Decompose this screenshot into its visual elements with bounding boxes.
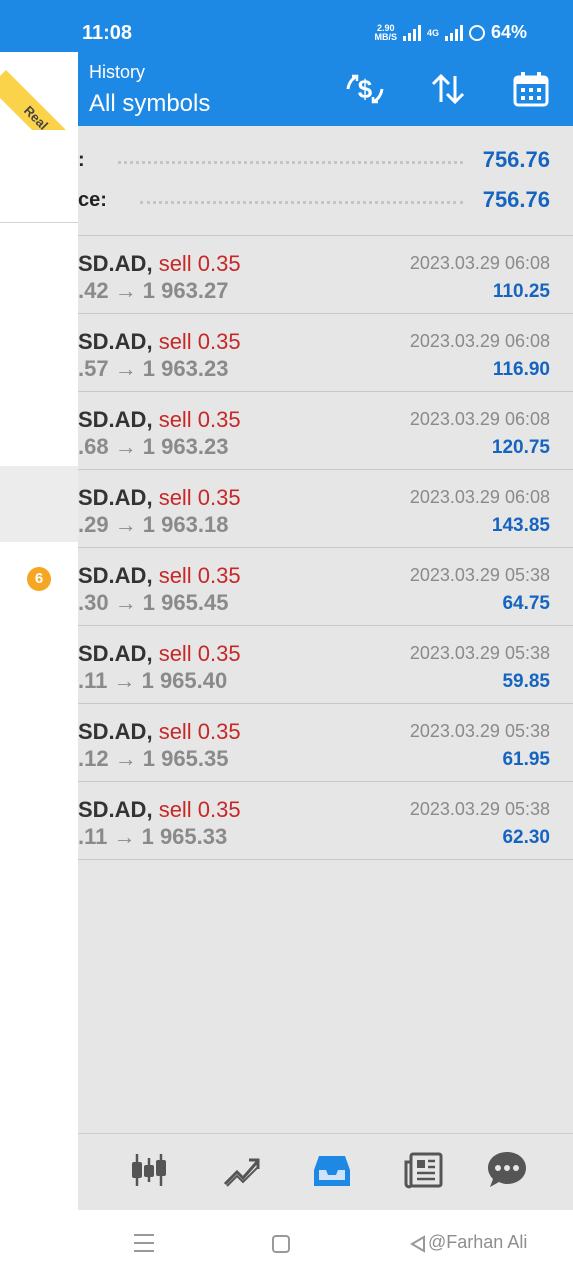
deal-action: sell 0.35 [158,563,241,588]
calendar-icon[interactable] [510,68,552,110]
deal-profit: 61.95 [502,749,550,770]
deal-profit: 143.85 [491,515,550,536]
battery-level: 64% [490,22,527,42]
deal-profit: 62.30 [502,827,550,848]
deal-time: 2023.03.29 06:08 [409,331,550,351]
svg-text:$: $ [358,74,373,104]
deal-row[interactable]: SD.AD, sell 0.35 .11 → 1 965.33 2023.03.… [78,782,573,860]
deal-symbol: SD.AD, [78,329,153,354]
deal-symbol: SD.AD, [78,641,153,666]
system-nav-bar: @Farhan Ali [0,1210,573,1280]
deal-row[interactable]: SD.AD, sell 0.35 .57 → 1 963.23 2023.03.… [78,314,573,392]
summary-value: 756.76 [482,147,550,172]
deal-row[interactable]: SD.AD, sell 0.35 .42 → 1 963.27 2023.03.… [78,236,573,314]
status-icons: 2.90 MB/S 4G 64% [374,22,527,43]
deal-row[interactable]: SD.AD, sell 0.35 .29 → 1 963.18 2023.03.… [78,470,573,548]
recent-apps-icon[interactable] [134,1234,154,1252]
bottom-tab-bar [78,1133,573,1210]
deal-prices: .11 → 1 965.33 [78,824,228,849]
deal-profit: 110.25 [492,281,550,302]
history-icon[interactable] [308,1146,356,1194]
deal-symbol: SD.AD, [78,485,153,510]
sort-icon[interactable] [427,68,469,110]
deal-profit: 116.90 [492,359,550,380]
deal-action: sell 0.35 [158,485,241,510]
deal-row[interactable]: SD.AD, sell 0.35 .12 → 1 965.35 2023.03.… [78,704,573,782]
symbol-filter[interactable]: All symbols [89,90,210,118]
signal-icon [402,24,421,41]
deal-profit: 120.75 [491,437,550,458]
deal-prices: .11 → 1 965.40 [78,668,228,693]
status-bar: 11:08 2.90 MB/S 4G 64% [0,0,573,52]
balance-summary: : 756.76 ce: 756.76 [78,126,573,236]
signal-icon-2 [444,24,463,41]
deal-prices: .30 → 1 965.45 [78,590,229,615]
deal-profit: 59.85 [502,671,550,692]
summary-row: : 756.76 [78,141,573,181]
deal-action: sell 0.35 [158,329,241,354]
page-title: History [89,62,146,82]
network-type: 4G [426,27,439,38]
deal-profit: 64.75 [502,593,550,614]
deal-time: 2023.03.29 06:08 [409,487,550,507]
summary-label: ce: [78,189,107,211]
deal-action: sell 0.35 [158,251,241,276]
deal-action: sell 0.35 [158,641,241,666]
deal-time: 2023.03.29 05:38 [409,565,550,585]
deal-symbol: SD.AD, [78,563,153,588]
home-icon[interactable] [272,1235,290,1253]
quotes-icon[interactable] [125,1146,173,1194]
chart-icon[interactable] [217,1146,265,1194]
deal-prices: .12 → 1 965.35 [78,746,229,771]
deal-symbol: SD.AD, [78,797,153,822]
deal-action: sell 0.35 [158,407,241,432]
deal-row[interactable]: SD.AD, sell 0.35 .30 → 1 965.45 2023.03.… [78,548,573,626]
deal-time: 2023.03.29 05:38 [409,721,550,741]
dot-leader [140,201,463,205]
deal-time: 2023.03.29 05:38 [409,643,550,663]
deal-prices: .29 → 1 963.18 [78,512,229,537]
deal-time: 2023.03.29 06:08 [409,253,550,273]
summary-value: 756.76 [482,187,550,212]
deal-row[interactable]: SD.AD, sell 0.35 .68 → 1 963.23 2023.03.… [78,392,573,470]
deal-symbol: SD.AD, [78,407,153,432]
deal-symbol: SD.AD, [78,251,153,276]
summary-row: ce: 756.76 [78,181,573,221]
deal-symbol: SD.AD, [78,719,153,744]
summary-label: : [78,149,85,171]
currency-exchange-icon[interactable]: $ [344,68,386,110]
deal-prices: .57 → 1 963.23 [78,356,229,381]
net-speed: 2.90 MB/S [374,22,397,42]
watermark: @Farhan Ali [428,1232,528,1252]
battery-icon [468,24,485,41]
news-icon[interactable] [400,1146,448,1194]
deal-prices: .68 → 1 963.23 [78,434,229,459]
deal-time: 2023.03.29 06:08 [409,409,550,429]
clock: 11:08 [82,22,133,44]
deals-list: SD.AD, sell 0.35 .42 → 1 963.27 2023.03.… [78,236,573,860]
navigation-drawer: Real 6 [0,52,78,1210]
back-icon[interactable] [408,1234,428,1259]
deal-action: sell 0.35 [158,719,241,744]
deal-row[interactable]: SD.AD, sell 0.35 .11 → 1 965.40 2023.03.… [78,626,573,704]
deal-time: 2023.03.29 05:38 [409,799,550,819]
dot-leader [118,161,463,165]
chat-icon[interactable] [483,1146,531,1194]
ribbon-label: Real [21,102,52,130]
drawer-item-selected[interactable] [0,466,78,542]
account-type-ribbon: Real [0,52,78,130]
deal-action: sell 0.35 [158,797,241,822]
app-bar: History All symbols $ [0,52,573,126]
notification-badge: 6 [27,567,51,591]
deal-prices: .42 → 1 963.27 [78,278,229,303]
drawer-divider [0,222,78,223]
